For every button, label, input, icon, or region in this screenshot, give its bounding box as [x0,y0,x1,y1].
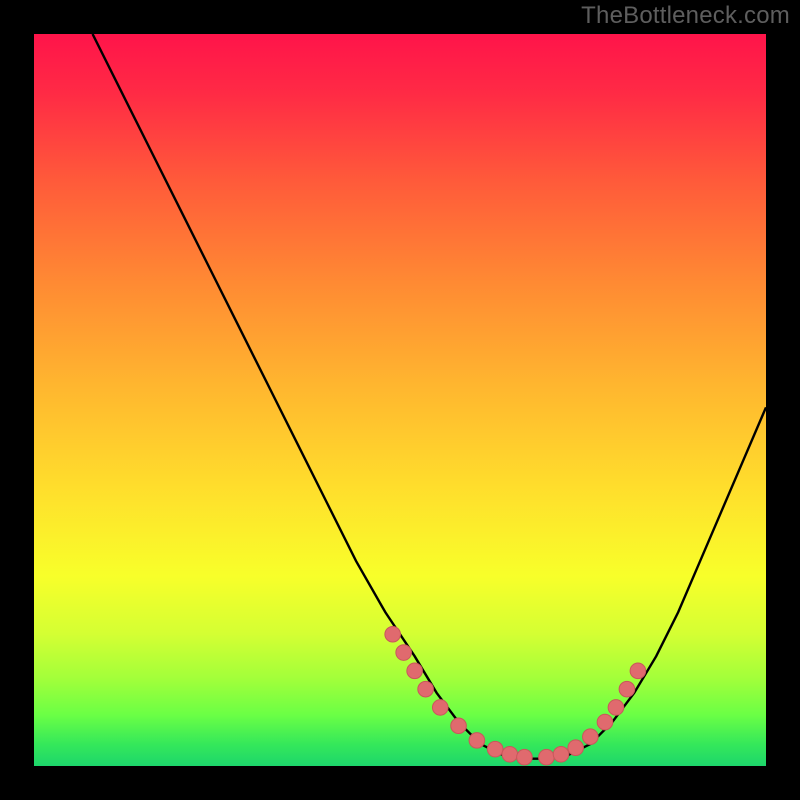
marker-dot [539,749,555,765]
plot-area [34,34,766,766]
marker-dot [502,746,518,762]
chart-container: TheBottleneck.com [0,0,800,800]
marker-dot [583,729,599,745]
marker-dot [630,663,646,679]
marker-dot [418,681,434,697]
marker-dot [619,681,635,697]
marker-dot [608,700,624,716]
marker-dot [568,740,584,756]
marker-dot [451,718,467,734]
marker-dot [469,733,485,749]
marker-dot [553,746,569,762]
bottleneck-curve [93,34,766,759]
marker-dot [487,741,503,757]
marker-dot [396,645,412,661]
marker-dot [597,714,613,730]
marker-dot [432,700,448,716]
highlight-markers [385,626,646,765]
marker-dot [407,663,423,679]
bottleneck-curve-svg [34,34,766,766]
marker-dot [517,749,533,765]
marker-dot [385,626,401,642]
watermark-text: TheBottleneck.com [581,2,790,30]
